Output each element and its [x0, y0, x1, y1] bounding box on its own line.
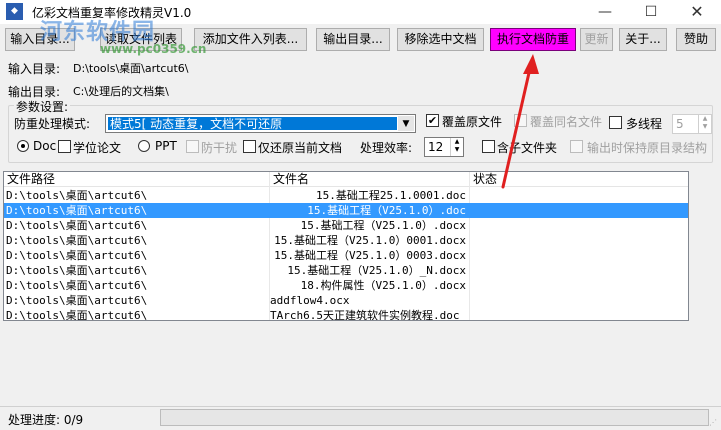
- keep-structure-label: 输出时保持原目录结构: [587, 141, 708, 155]
- subfolders-checkbox[interactable]: [482, 140, 495, 153]
- multithread-label: 多线程: [626, 117, 663, 131]
- input-dir-label: 输入目录:: [8, 62, 61, 76]
- ppt-radio[interactable]: [138, 140, 150, 152]
- cell-status: [470, 263, 688, 278]
- ppt-radio-label: PPT: [155, 139, 177, 153]
- table-row[interactable]: D:\tools\桌面\artcut6\ 15.基础工程（V25.1.0）_N.d…: [4, 263, 688, 278]
- spinner-arrows-icon[interactable]: ▲ ▼: [450, 138, 463, 156]
- thread-count-spinner[interactable]: 5 ▲ ▼: [672, 114, 712, 134]
- mode-label: 防重处理模式:: [14, 117, 91, 131]
- thesis-label: 学位论文: [73, 141, 122, 155]
- settings-group-title: 参数设置:: [14, 98, 71, 115]
- cell-name: 15.基础工程（V25.1.0）.doc: [307, 204, 466, 217]
- cell-status: [470, 293, 688, 308]
- cell-path: D:\tools\桌面\artcut6\: [6, 189, 148, 202]
- cell-name: addflow4.ocx: [270, 294, 350, 307]
- anti-interference-label: 防干扰: [201, 141, 238, 155]
- cell-path: D:\tools\桌面\artcut6\: [6, 279, 148, 292]
- table-row[interactable]: D:\tools\桌面\artcut6\ addflow4.ocx: [4, 293, 688, 308]
- mode-select-value: 模式5[ 动态重复，文档不可还原: [108, 117, 397, 130]
- app-icon: ◆: [6, 3, 23, 20]
- overwrite-checkbox[interactable]: ✔: [426, 114, 439, 127]
- mode-select[interactable]: 模式5[ 动态重复，文档不可还原 ▼: [105, 114, 416, 133]
- cell-path: D:\tools\桌面\artcut6\: [6, 264, 148, 277]
- progress-label: 处理进度: 0/9: [8, 413, 84, 427]
- thesis-checkbox[interactable]: [58, 140, 71, 153]
- cell-status: [470, 233, 688, 248]
- add-file-button[interactable]: 添加文件入列表...: [194, 28, 307, 51]
- watermark-url: www.pc0359.cn: [100, 42, 207, 56]
- table-row[interactable]: D:\tools\桌面\artcut6\ 15.基础工程（V25.1.0）0003…: [4, 248, 688, 263]
- cell-path: D:\tools\桌面\artcut6\: [6, 219, 148, 232]
- cell-name: 15.基础工程25.1.0001.doc: [316, 189, 466, 202]
- keep-structure-checkbox[interactable]: [570, 140, 583, 153]
- table-row[interactable]: D:\tools\桌面\artcut6\ 15.基础工程25.1.0001.doc: [4, 188, 688, 203]
- doc-radio[interactable]: [17, 140, 29, 152]
- multithread-checkbox[interactable]: [609, 116, 622, 129]
- cell-status: [470, 278, 688, 293]
- cell-status: [470, 218, 688, 233]
- efficiency-spinner[interactable]: 12 ▲ ▼: [424, 137, 464, 157]
- table-row[interactable]: D:\tools\桌面\artcut6\ 15.基础工程（V25.1.0）.doc: [4, 203, 688, 218]
- cell-name: 15.基础工程（V25.1.0）0001.docx: [274, 234, 466, 247]
- cell-path: D:\tools\桌面\artcut6\: [6, 249, 148, 262]
- cell-path: D:\tools\桌面\artcut6\: [6, 294, 148, 307]
- table-row[interactable]: D:\tools\桌面\artcut6\ 15.基础工程（V25.1.0）.doc…: [4, 218, 688, 233]
- execute-button[interactable]: 执行文档防重: [490, 28, 576, 51]
- table-row[interactable]: D:\tools\桌面\artcut6\ 18.构件属性（V25.1.0）.doc…: [4, 278, 688, 293]
- doc-radio-label: Doc: [33, 139, 57, 153]
- overwrite-label: 覆盖原文件: [442, 115, 503, 129]
- cell-name: TArch6.5天正建筑软件实例教程.doc: [270, 309, 460, 321]
- column-header-path[interactable]: 文件路径: [4, 172, 270, 187]
- remove-selected-button[interactable]: 移除选中文档: [397, 28, 484, 51]
- resize-grip-icon[interactable]: ⋰: [709, 418, 719, 428]
- efficiency-value: 12: [428, 140, 444, 154]
- maximize-button[interactable]: ☐: [628, 0, 674, 24]
- cell-status: [470, 308, 688, 320]
- cell-path: D:\tools\桌面\artcut6\: [6, 309, 148, 321]
- table-row[interactable]: D:\tools\桌面\artcut6\ TArch6.5天正建筑软件实例教程.d…: [4, 308, 688, 321]
- about-button[interactable]: 关于...: [619, 28, 667, 51]
- update-button[interactable]: 更新: [580, 28, 613, 51]
- close-button[interactable]: ✕: [674, 0, 720, 24]
- restore-only-checkbox[interactable]: [243, 140, 256, 153]
- anti-interference-checkbox[interactable]: [186, 140, 199, 153]
- annotation-arrow: [501, 54, 539, 189]
- file-table[interactable]: 文件路径 文件名 状态 D:\tools\桌面\artcut6\ 15.基础工程2…: [3, 171, 689, 321]
- cell-status: [470, 248, 688, 263]
- cell-name: 15.基础工程（V25.1.0）.docx: [300, 219, 466, 232]
- minimize-button[interactable]: —: [582, 0, 628, 24]
- thread-count-value: 5: [676, 117, 684, 131]
- cell-status: [470, 203, 688, 218]
- cell-name: 15.基础工程（V25.1.0）_N.docx: [287, 264, 466, 277]
- cell-path: D:\tools\桌面\artcut6\: [6, 204, 148, 217]
- progress-bar: [160, 409, 709, 426]
- cell-path: D:\tools\桌面\artcut6\: [6, 234, 148, 247]
- table-row[interactable]: D:\tools\桌面\artcut6\ 15.基础工程（V25.1.0）0001…: [4, 233, 688, 248]
- cell-name: 18.构件属性（V25.1.0）.docx: [300, 279, 466, 292]
- chevron-down-icon[interactable]: ▼: [398, 116, 414, 131]
- output-dir-button[interactable]: 输出目录...: [316, 28, 390, 51]
- output-dir-value: C:\处理后的文档集\: [73, 85, 169, 98]
- sponsor-button[interactable]: 赞助: [676, 28, 716, 51]
- column-header-name[interactable]: 文件名: [270, 172, 470, 187]
- restore-only-label: 仅还原当前文档: [258, 141, 343, 155]
- input-dir-value: D:\tools\桌面\artcut6\: [73, 62, 189, 75]
- cell-name: 15.基础工程（V25.1.0）0003.docx: [274, 249, 466, 262]
- spinner-arrows-icon[interactable]: ▲ ▼: [698, 115, 711, 133]
- efficiency-label: 处理效率:: [360, 141, 413, 155]
